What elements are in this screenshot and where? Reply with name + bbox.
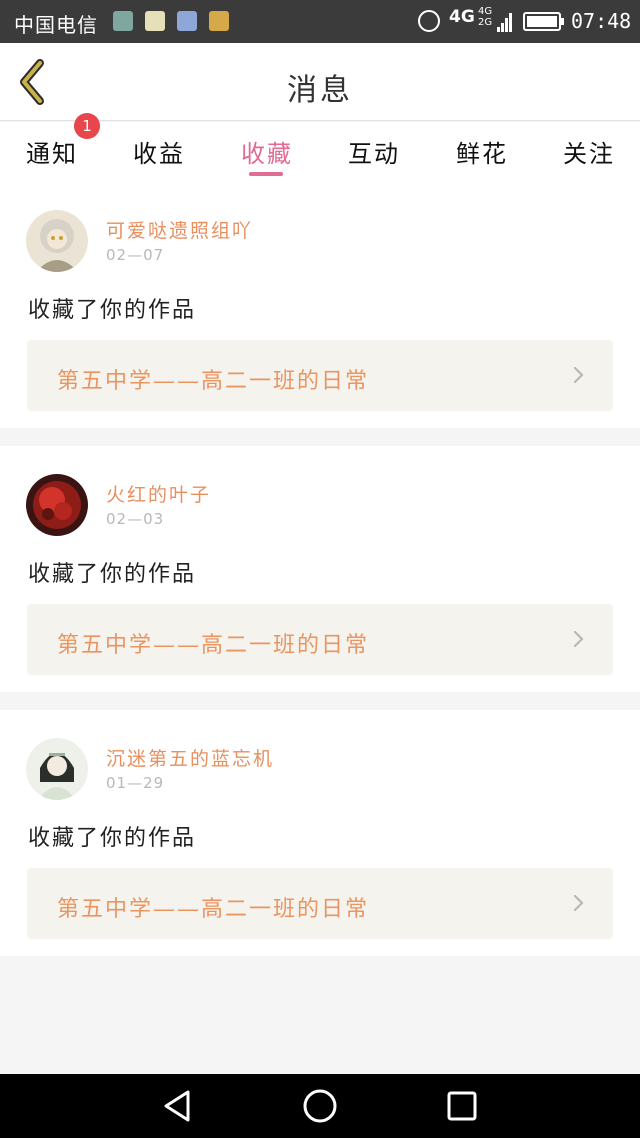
system-home-button[interactable] (302, 1088, 338, 1124)
chat-notification-icon (145, 11, 165, 31)
tab-follows[interactable]: 关注 (549, 134, 629, 169)
system-back-button[interactable] (160, 1088, 196, 1124)
message-date: 01—29 (106, 774, 165, 792)
message-date: 02—07 (106, 246, 165, 264)
battery-icon (523, 12, 564, 31)
work-title: 第五中学——高二一班的日常 (57, 897, 370, 922)
avatar[interactable] (26, 738, 88, 800)
clock: 07:48 (571, 9, 632, 33)
work-title: 第五中学——高二一班的日常 (57, 369, 370, 394)
message-date: 02—03 (106, 510, 165, 528)
action-text: 收藏了你的作品 (28, 562, 197, 587)
chevron-right-icon (573, 895, 584, 911)
wifi-hotspot-icon (209, 11, 229, 31)
recents-square-icon (447, 1091, 477, 1121)
app-notification-icon (113, 11, 133, 31)
user-name[interactable]: 火红的叶子 (106, 480, 211, 507)
user-name[interactable]: 沉迷第五的蓝忘机 (106, 744, 274, 771)
system-navigation-bar (0, 1074, 640, 1138)
signal-icon (497, 12, 513, 32)
work-link[interactable]: 第五中学——高二一班的日常 (27, 868, 613, 939)
action-text: 收藏了你的作品 (28, 826, 197, 851)
baidu-notification-icon (177, 11, 197, 31)
home-circle-icon (303, 1089, 337, 1123)
status-bar: 中国电信 4G 4G 2G 07:48 (0, 0, 640, 43)
notification-badge: 1 (74, 113, 100, 139)
tab-earnings[interactable]: 收益 (119, 134, 199, 169)
work-link[interactable]: 第五中学——高二一班的日常 (27, 340, 613, 411)
avatar-image-icon (26, 474, 88, 536)
user-name[interactable]: 可爱哒遗照组吖 (106, 216, 253, 243)
message-card: 火红的叶子 02—03 收藏了你的作品 第五中学——高二一班的日常 (0, 446, 640, 692)
system-recents-button[interactable] (444, 1088, 480, 1124)
back-triangle-icon (164, 1090, 190, 1122)
network-type-small-top: 4G (478, 6, 493, 17)
carrier-name: 中国电信 (14, 13, 98, 37)
avatar[interactable] (26, 210, 88, 272)
avatar-image-icon (26, 210, 88, 272)
alarm-icon (418, 10, 440, 32)
tab-interactions[interactable]: 互动 (334, 134, 414, 169)
avatar[interactable] (26, 474, 88, 536)
message-card: 沉迷第五的蓝忘机 01—29 收藏了你的作品 第五中学——高二一班的日常 (0, 710, 640, 956)
tab-notifications[interactable]: 通知 (12, 134, 92, 169)
avatar-image-icon (26, 738, 88, 800)
work-title: 第五中学——高二一班的日常 (57, 633, 370, 658)
navigation-bar: 消息 (0, 43, 640, 121)
chevron-right-icon (573, 631, 584, 647)
network-type: 4G (449, 7, 475, 27)
chevron-right-icon (573, 367, 584, 383)
network-type-small-bottom: 2G (478, 17, 493, 28)
message-card: 可爱哒遗照组吖 02—07 收藏了你的作品 第五中学——高二一班的日常 (0, 182, 640, 428)
network-type-small: 4G 2G (478, 6, 492, 28)
work-link[interactable]: 第五中学——高二一班的日常 (27, 604, 613, 675)
action-text: 收藏了你的作品 (28, 298, 197, 323)
tab-favorites[interactable]: 收藏 (227, 134, 307, 169)
active-tab-indicator (249, 172, 283, 176)
tab-flowers[interactable]: 鲜花 (442, 134, 522, 169)
page-title: 消息 (287, 73, 353, 108)
